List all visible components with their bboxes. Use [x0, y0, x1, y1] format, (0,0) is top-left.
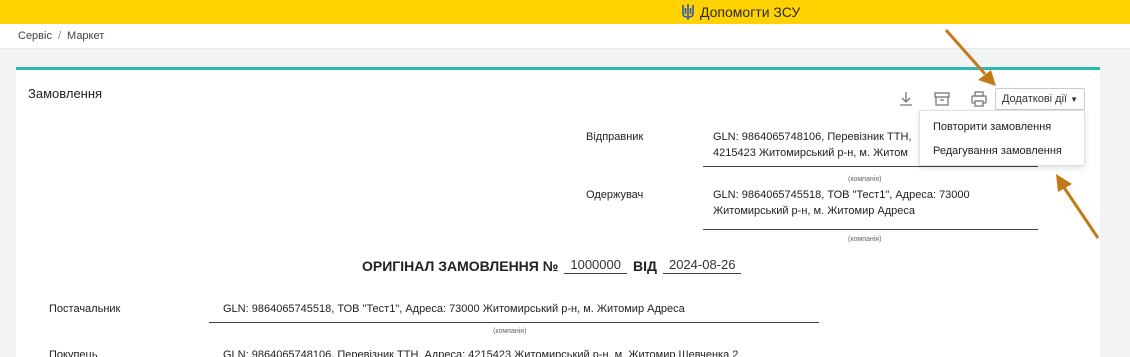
supplier-value: GLN: 9864065745518, ТОВ "Тест1", Адреса:…: [223, 303, 685, 315]
more-actions-label: Додаткові дії: [1001, 93, 1068, 105]
supplier-underline: [209, 322, 819, 323]
recipient-hint: (компанія): [848, 236, 882, 243]
menu-item-edit-order[interactable]: Редагування замовлення: [920, 139, 1084, 163]
caret-down-icon: ▼: [1070, 94, 1079, 104]
card-title: Замовлення: [28, 86, 103, 101]
recipient-underline: [703, 229, 1038, 230]
supplier-label: Постачальник: [49, 303, 121, 315]
sender-line-1: GLN: 9864065748106, Перевізник ТТН,: [713, 131, 912, 143]
buyer-label: Покупець: [49, 349, 98, 357]
recipient-label: Одержувач: [586, 189, 644, 201]
breadcrumb: Сервіс / Маркет: [0, 24, 1130, 49]
more-actions-menu: Повторити замовлення Редагування замовле…: [919, 110, 1085, 166]
sender-label: Відправник: [586, 131, 644, 143]
order-card: Замовлення Додаткові дії ▼ Відправник GL…: [16, 67, 1100, 357]
sender-underline: [703, 166, 1038, 167]
trident-icon: [682, 4, 694, 20]
print-button[interactable]: [970, 90, 988, 108]
archive-icon: [934, 92, 950, 106]
sender-hint: (компанія): [848, 176, 882, 183]
breadcrumb-separator: /: [57, 30, 62, 42]
buyer-value: GLN: 9864065748106, Перевізник ТТН, Адре…: [223, 349, 739, 357]
archive-button[interactable]: [933, 90, 951, 108]
recipient-line-1: GLN: 9864065745518, ТОВ "Тест1", Адреса:…: [713, 189, 970, 201]
sender-value: GLN: 9864065748106, Перевізник ТТН, 4215…: [713, 129, 912, 161]
download-icon: [900, 92, 912, 106]
breadcrumb-item-market[interactable]: Маркет: [67, 30, 104, 42]
order-title: ОРИГІНАЛ ЗАМОВЛЕННЯ №: [362, 258, 559, 274]
recipient-value: GLN: 9864065745518, ТОВ "Тест1", Адреса:…: [713, 187, 970, 219]
supplier-hint: (компанія): [493, 328, 527, 335]
recipient-line-2: Житомирський р-н, м. Житомир Адреса: [713, 205, 916, 217]
order-heading: ОРИГІНАЛ ЗАМОВЛЕННЯ № 1000000 ВІД 2024-0…: [362, 257, 742, 274]
breadcrumb-item-service[interactable]: Сервіс: [18, 30, 52, 42]
donate-link[interactable]: Допомогти ЗСУ: [681, 0, 800, 24]
download-button[interactable]: [897, 90, 915, 108]
sender-line-2: 4215423 Житомирський р-н, м. Житом: [713, 147, 908, 159]
order-date: 2024-08-26: [662, 257, 742, 274]
more-actions-button[interactable]: Додаткові дії ▼: [995, 88, 1085, 110]
order-number: 1000000: [564, 257, 627, 274]
print-icon: [971, 91, 987, 107]
menu-item-repeat-order[interactable]: Повторити замовлення: [920, 115, 1084, 139]
top-banner: Допомогти ЗСУ: [0, 0, 1130, 24]
donate-label: Допомогти ЗСУ: [700, 4, 801, 20]
order-date-label: ВІД: [632, 258, 657, 274]
